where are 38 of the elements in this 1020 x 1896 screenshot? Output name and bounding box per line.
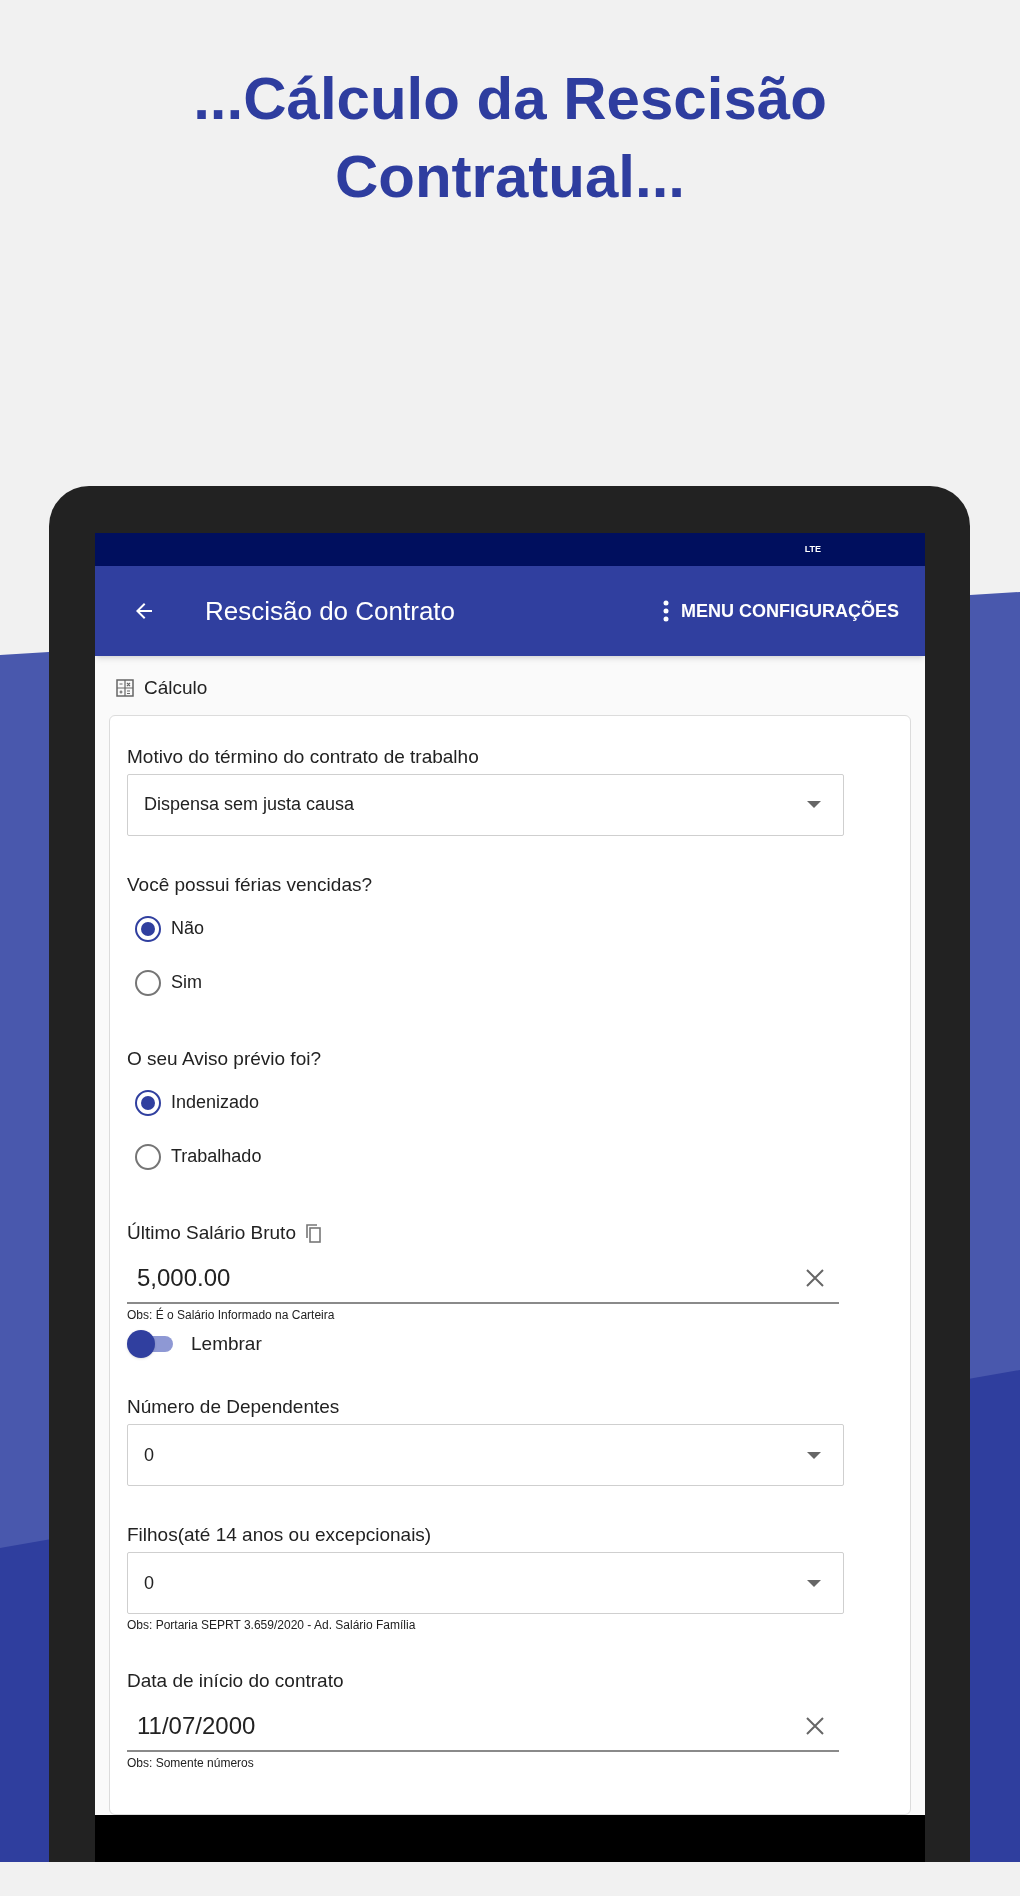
input-field[interactable]: 11/07/2000 bbox=[127, 1702, 839, 1752]
clear-icon[interactable] bbox=[805, 1716, 825, 1736]
copy-icon[interactable] bbox=[303, 1222, 322, 1243]
radio-button[interactable] bbox=[135, 915, 161, 942]
field-label: Último Salário Bruto bbox=[127, 1221, 296, 1244]
section-title: Cálculo bbox=[144, 676, 208, 700]
radio-label[interactable]: Indenizado bbox=[171, 1089, 260, 1116]
field-hint: Obs: Somente números bbox=[127, 1756, 255, 1770]
dropdown[interactable]: 0 bbox=[127, 1424, 844, 1486]
radio-button[interactable] bbox=[135, 1143, 161, 1170]
clear-icon[interactable] bbox=[805, 1267, 825, 1288]
input-field[interactable]: 5,000.00 bbox=[127, 1253, 839, 1304]
radio-label[interactable]: Trabalhado bbox=[171, 1143, 262, 1170]
field-label: Filhos(até 14 anos ou excepcionais) bbox=[127, 1524, 432, 1546]
menu-button[interactable]: MENU CONFIGURAÇÕES bbox=[681, 597, 899, 625]
radio-label[interactable]: Sim bbox=[171, 969, 202, 996]
field-label: Data de início do contrato bbox=[127, 1670, 344, 1692]
headline: ...Cálculo da Rescisão bbox=[193, 64, 827, 134]
dropdown[interactable]: 0 bbox=[127, 1552, 844, 1614]
radio-button[interactable] bbox=[135, 1089, 161, 1116]
radio-label[interactable]: Não bbox=[171, 915, 205, 942]
dropdown-caret-icon bbox=[807, 1579, 821, 1587]
calculator-icon bbox=[116, 679, 134, 698]
field-hint: Obs: Portaria SEPRT 3.659/2020 - Ad. Salário Família bbox=[127, 1618, 417, 1632]
headline: Contratual... bbox=[335, 142, 685, 212]
field-label: Número de Dependentes bbox=[127, 1396, 340, 1418]
field-label: Motivo do término do contrato de trabalho bbox=[127, 745, 479, 768]
radio-button[interactable] bbox=[135, 969, 161, 996]
field-label: O seu Aviso prévio foi? bbox=[127, 1047, 321, 1070]
dropdown-caret-icon bbox=[807, 801, 821, 808]
screen-title: Rescisão do Contrato bbox=[205, 594, 456, 628]
more-icon[interactable] bbox=[663, 600, 669, 622]
network-label: LTE bbox=[804, 542, 821, 556]
dropdown[interactable]: Dispensa sem justa causa bbox=[127, 773, 844, 836]
dropdown-caret-icon bbox=[807, 1451, 821, 1459]
field-hint: Obs: É o Salário Informado na Carteira bbox=[127, 1307, 336, 1322]
switch-label: Lembrar bbox=[191, 1331, 262, 1356]
field-label: Você possui férias vencidas? bbox=[127, 873, 373, 896]
